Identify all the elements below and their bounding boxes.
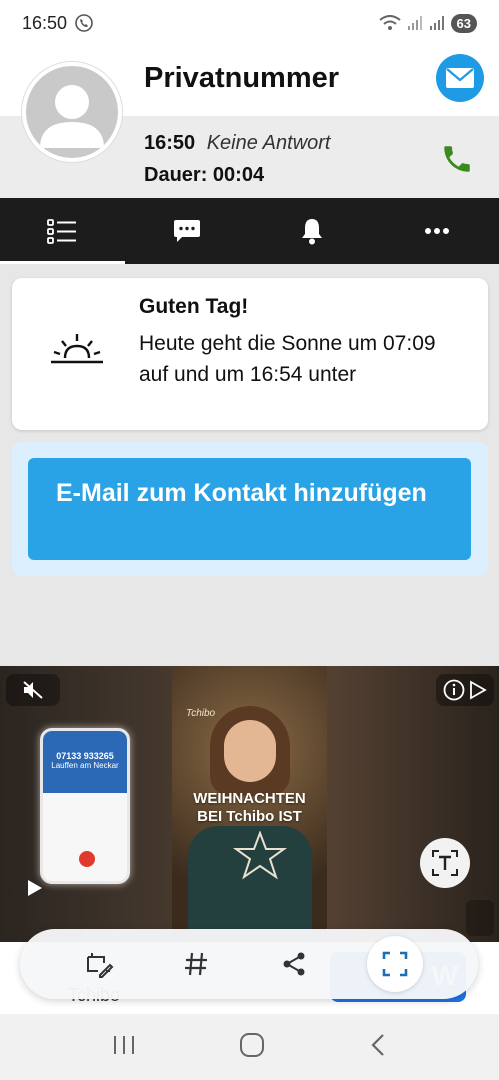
signal-icon <box>407 16 422 30</box>
ad-phone-header: 07133 933265 Lauffen am Neckar <box>43 731 127 793</box>
share-icon <box>283 952 305 976</box>
ad-phone-location: Lauffen am Neckar <box>51 761 119 770</box>
ad-overlay-block <box>466 900 494 936</box>
more-icon <box>424 228 449 234</box>
play-button[interactable] <box>26 878 44 903</box>
signal-icon-2 <box>429 16 444 30</box>
tab-notifications[interactable] <box>250 198 375 264</box>
recent-apps-icon <box>114 1035 135 1054</box>
scan-frame-icon <box>382 951 408 977</box>
envelope-icon <box>446 68 474 88</box>
star-decoration-icon <box>232 831 288 880</box>
ad-banner[interactable]: Tchibo WEIHNACHTEN BEI Tchibo IST 07133 … <box>0 666 499 942</box>
ad-phone-number: 07133 933265 <box>56 751 114 761</box>
email-action-card: E-Mail zum Kontakt hinzufügen <box>12 442 488 576</box>
ad-phone-mockup: 07133 933265 Lauffen am Neckar <box>40 728 130 884</box>
share-button[interactable] <box>270 940 318 988</box>
chat-icon <box>174 220 201 242</box>
phone-icon <box>444 146 470 172</box>
call-back-button[interactable] <box>440 142 474 176</box>
greeting-text: Heute geht die Sonne um 07:09 auf und um… <box>139 332 436 386</box>
ad-brand-small: Tchibo <box>186 708 216 719</box>
system-navigation-bar <box>0 1014 499 1080</box>
play-icon <box>28 880 42 896</box>
crop-edit-icon <box>86 953 114 978</box>
ad-slogan: WEIHNACHTEN BEI Tchibo IST <box>172 790 327 826</box>
tab-bar <box>0 198 499 264</box>
back-button[interactable] <box>368 1032 388 1063</box>
ad-info-button[interactable] <box>436 674 494 706</box>
send-email-button[interactable] <box>436 54 484 102</box>
ad-person-face <box>224 720 276 782</box>
home-button[interactable] <box>239 1032 265 1063</box>
duration-value: 00:04 <box>212 164 265 186</box>
add-email-button[interactable]: E-Mail zum Kontakt hinzufügen <box>28 458 471 560</box>
greeting-title: Guten Tag! <box>139 295 249 318</box>
call-time: 16:50 <box>144 132 196 154</box>
greeting-card: Guten Tag! Heute geht die Sonne um 07:09… <box>12 278 488 430</box>
edit-screenshot-button[interactable] <box>75 940 123 988</box>
wifi-icon <box>378 15 401 30</box>
status-bar: 16:50 63 <box>0 0 499 46</box>
scan-button[interactable] <box>367 936 424 992</box>
avatar[interactable] <box>22 62 122 162</box>
capture-toolbar <box>20 929 478 999</box>
list-icon <box>47 219 77 244</box>
tab-messages[interactable] <box>125 198 250 264</box>
tab-more[interactable] <box>374 198 499 264</box>
ad-slogan-line1: WEIHNACHTEN <box>193 790 306 807</box>
text-scan-icon <box>432 850 458 876</box>
hangup-icon <box>79 851 95 867</box>
speaker-muted-icon <box>23 681 43 699</box>
call-duration: Dauer: 00:04 <box>144 164 264 187</box>
contact-name: Privatnummer <box>144 62 340 94</box>
hashtag-icon <box>185 952 208 976</box>
recent-apps-button[interactable] <box>111 1034 137 1061</box>
mute-button[interactable] <box>6 674 60 706</box>
person-icon <box>40 85 104 148</box>
ad-choices-icon <box>470 680 487 700</box>
call-status: Keine Antwort <box>206 132 331 154</box>
status-time: 16:50 <box>22 12 68 33</box>
back-icon <box>371 1033 384 1056</box>
info-icon <box>443 679 465 701</box>
text-recognition-button[interactable] <box>420 838 470 888</box>
home-icon <box>240 1032 265 1057</box>
bell-icon <box>301 219 322 245</box>
sunrise-icon <box>51 334 103 364</box>
call-summary: 16:50 Keine Antwort <box>144 132 331 155</box>
duration-label: Dauer: <box>144 164 208 186</box>
tab-details[interactable] <box>0 198 125 264</box>
hashtag-button[interactable] <box>172 940 220 988</box>
ad-slogan-line2: BEI Tchibo IST <box>197 808 302 825</box>
call-status-icon <box>75 14 93 32</box>
battery-indicator: 63 <box>450 13 477 33</box>
